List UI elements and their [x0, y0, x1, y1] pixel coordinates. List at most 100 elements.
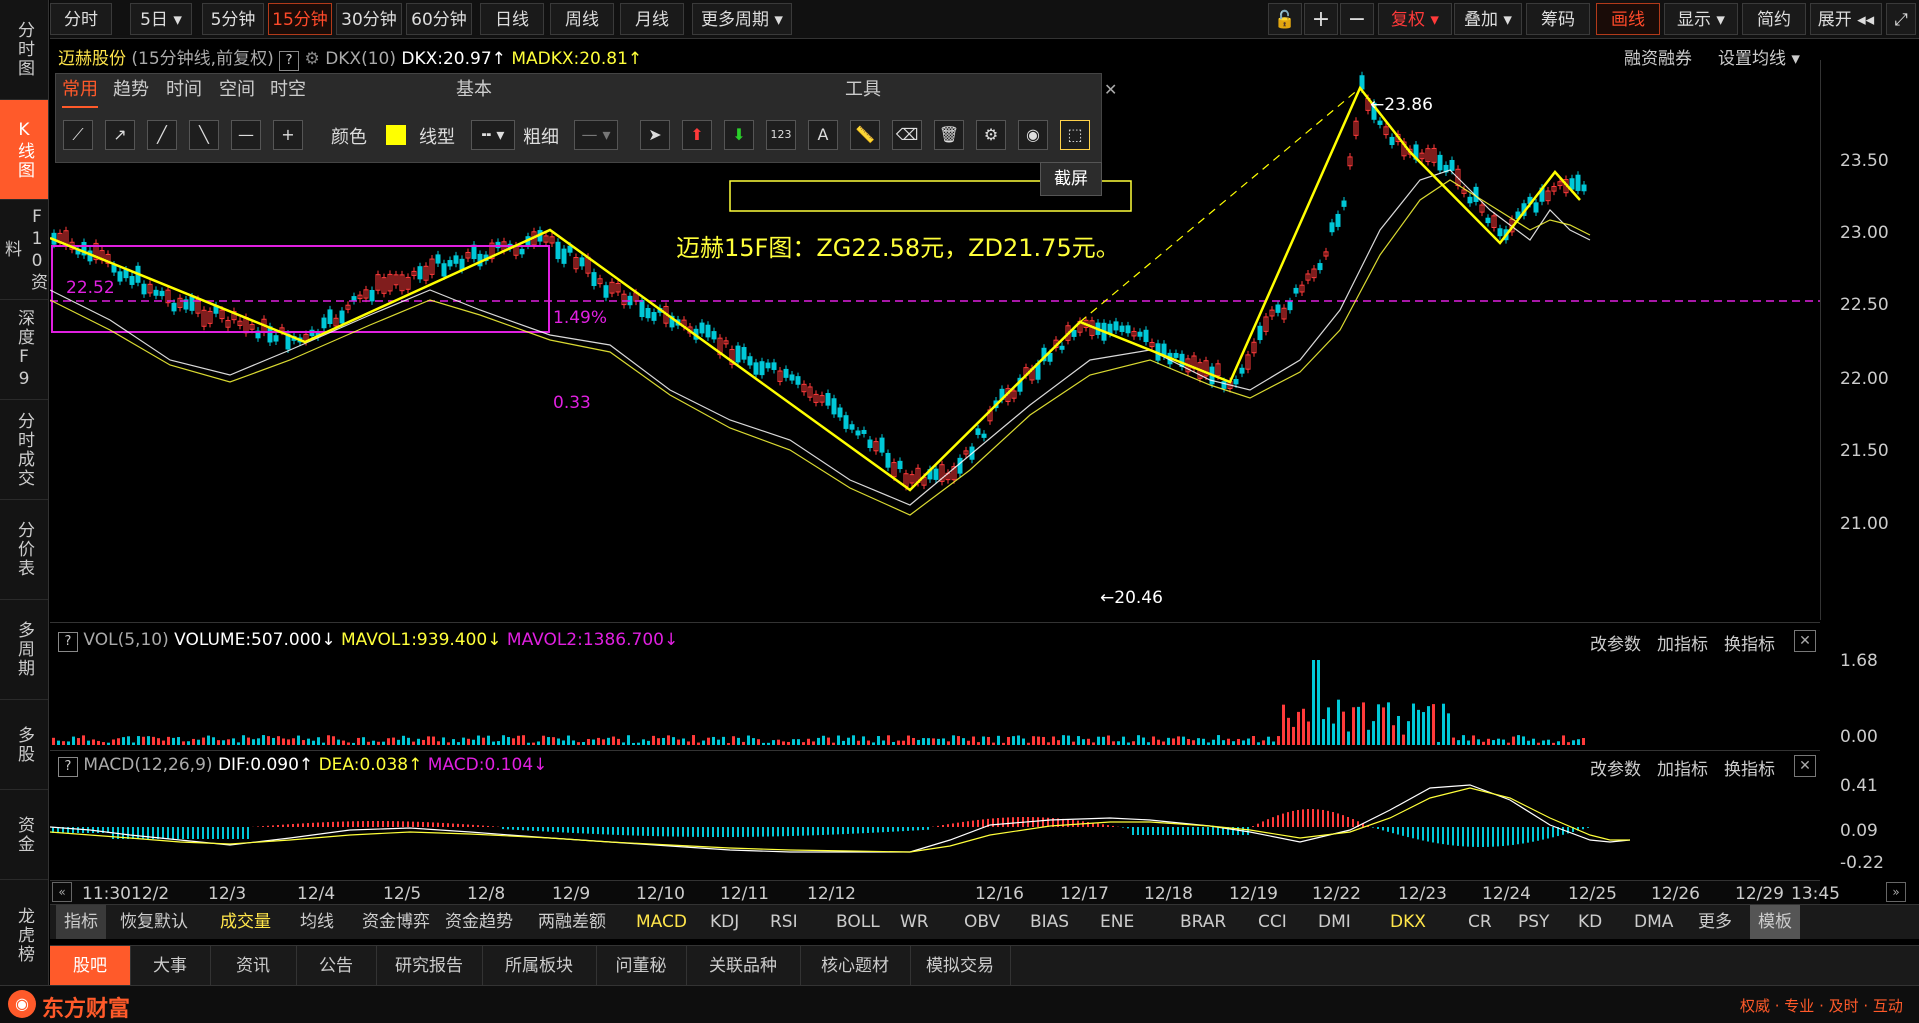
jianyue-button[interactable]: 简约: [1742, 3, 1806, 35]
straight-line-icon[interactable]: ╱: [147, 120, 177, 150]
indicator-tab[interactable]: 模板: [1750, 905, 1800, 939]
diejia-button[interactable]: 叠加 ▾: [1454, 3, 1522, 35]
toolbox-close-icon[interactable]: ✕: [1104, 80, 1117, 99]
linetype-dropdown[interactable]: ╍ ▾: [471, 120, 515, 150]
xianshi-button[interactable]: 显示 ▾: [1664, 3, 1738, 35]
toolbox-tab-spacetime[interactable]: 时空: [270, 74, 306, 106]
fuquan-button[interactable]: 复权 ▾: [1378, 3, 1452, 35]
sidebar-item-fenshi[interactable]: 分时图: [0, 0, 48, 100]
news-tab[interactable]: 所属板块: [482, 946, 597, 986]
number-icon[interactable]: 123: [766, 120, 796, 150]
indicator-tab[interactable]: CCI: [1258, 905, 1287, 939]
tab-fenshi[interactable]: 分时: [50, 3, 112, 35]
indicator-tab[interactable]: DKX: [1390, 905, 1426, 939]
indicator-tab[interactable]: KDJ: [710, 905, 739, 939]
indicator-tab[interactable]: 更多: [1698, 905, 1732, 939]
tab-30min[interactable]: 30分钟: [336, 3, 402, 35]
down-line-icon[interactable]: ╲: [189, 120, 219, 150]
crosshair-icon[interactable]: +: [273, 120, 303, 150]
news-tab[interactable]: 关联品种: [686, 946, 801, 986]
text-icon[interactable]: A: [808, 120, 838, 150]
line-segment-icon[interactable]: ⟋: [63, 120, 93, 150]
vol-change-params-link[interactable]: 改参数: [1590, 630, 1641, 655]
zoom-in-icon[interactable]: +: [1304, 3, 1338, 35]
vol-switch-indicator-link[interactable]: 换指标: [1724, 630, 1775, 655]
indicator-tab[interactable]: OBV: [964, 905, 1000, 939]
indicator-tab[interactable]: BIAS: [1030, 905, 1069, 939]
toolbox-tab-time[interactable]: 时间: [166, 74, 202, 106]
macd-close-icon[interactable]: ✕: [1794, 755, 1816, 777]
toolbox-tab-space[interactable]: 空间: [219, 74, 255, 106]
indicator-tab[interactable]: 两融差额: [538, 905, 606, 939]
indicator-tab[interactable]: BRAR: [1180, 905, 1226, 939]
toolbox-tab-trend[interactable]: 趋势: [113, 74, 149, 106]
news-tab[interactable]: 公告: [296, 946, 377, 986]
cursor-icon[interactable]: ➤: [640, 120, 670, 150]
indicator-tab[interactable]: RSI: [770, 905, 798, 939]
scroll-right-icon[interactable]: »: [1886, 882, 1906, 902]
news-tab[interactable]: 模拟交易: [910, 946, 1011, 986]
sidebar-item-zijin[interactable]: 资金: [0, 790, 48, 880]
down-arrow-icon[interactable]: ⬇: [724, 120, 754, 150]
indicator-tab[interactable]: DMA: [1634, 905, 1673, 939]
sidebar-item-duogu[interactable]: 多股: [0, 700, 48, 790]
tab-daily[interactable]: 日线: [480, 3, 544, 35]
fullscreen-icon[interactable]: ⤢: [1886, 3, 1916, 35]
sidebar-item-f9[interactable]: 深度F9: [0, 300, 48, 400]
up-arrow-icon[interactable]: ⬆: [682, 120, 712, 150]
gear-icon[interactable]: ⚙: [976, 120, 1006, 150]
chouma-button[interactable]: 筹码: [1526, 3, 1590, 35]
scroll-left-icon[interactable]: «: [52, 882, 72, 902]
indicator-tab[interactable]: WR: [900, 905, 929, 939]
macd-change-params-link[interactable]: 改参数: [1590, 755, 1641, 780]
macd-switch-indicator-link[interactable]: 换指标: [1724, 755, 1775, 780]
indicator-tab[interactable]: 资金趋势: [445, 905, 513, 939]
news-tab[interactable]: 大事: [130, 946, 211, 986]
indicator-tab[interactable]: 成交量: [220, 905, 271, 939]
tab-weekly[interactable]: 周线: [550, 3, 614, 35]
indicator-tab[interactable]: BOLL: [836, 905, 880, 939]
tab-more-periods[interactable]: 更多周期 ▾: [692, 3, 792, 35]
note-text[interactable]: 迈赫15F图：ZG22.58元，ZD21.75元。: [676, 228, 1120, 263]
tab-5day[interactable]: 5日 ▾: [130, 3, 192, 35]
tab-60min[interactable]: 60分钟: [406, 3, 472, 35]
ray-icon[interactable]: ↗: [105, 120, 135, 150]
huaxian-button[interactable]: 画线: [1596, 3, 1660, 35]
zhankai-button[interactable]: 展开 ◂◂: [1810, 3, 1882, 35]
tab-5min[interactable]: 5分钟: [202, 3, 264, 35]
width-dropdown[interactable]: — ▾: [574, 120, 618, 150]
indicator-tab[interactable]: DMI: [1318, 905, 1351, 939]
indicator-tab[interactable]: 资金博弈: [362, 905, 430, 939]
sidebar-item-kline[interactable]: K线图: [0, 100, 48, 200]
indicator-tab[interactable]: KD: [1578, 905, 1602, 939]
sidebar-item-f10[interactable]: F10资料: [0, 200, 48, 300]
eye-icon[interactable]: ◉: [1018, 120, 1048, 150]
indicator-tab[interactable]: 均线: [300, 905, 334, 939]
trash-icon[interactable]: 🗑: [934, 120, 964, 150]
news-tab[interactable]: 研究报告: [376, 946, 483, 986]
zoom-out-icon[interactable]: −: [1340, 3, 1374, 35]
macd-add-indicator-link[interactable]: 加指标: [1657, 755, 1708, 780]
vol-help-icon[interactable]: ?: [58, 632, 78, 652]
news-tab[interactable]: 问董秘: [596, 946, 687, 986]
eraser-icon[interactable]: ⌫: [892, 120, 922, 150]
toolbox-tab-common[interactable]: 常用: [62, 74, 98, 108]
horizontal-line-icon[interactable]: —: [231, 120, 261, 150]
indicator-tab[interactable]: 指标: [56, 905, 106, 939]
indicator-tab[interactable]: CR: [1468, 905, 1492, 939]
screenshot-icon[interactable]: ⬚: [1060, 120, 1090, 150]
indicator-tab[interactable]: ENE: [1100, 905, 1134, 939]
news-tab[interactable]: 核心题材: [800, 946, 911, 986]
macd-help-icon[interactable]: ?: [58, 757, 78, 777]
sidebar-item-fenjiabiao[interactable]: 分价表: [0, 500, 48, 600]
news-tab[interactable]: 资讯: [210, 946, 297, 986]
tab-15min[interactable]: 15分钟: [268, 3, 332, 35]
indicator-tab[interactable]: 恢复默认: [120, 905, 188, 939]
vol-add-indicator-link[interactable]: 加指标: [1657, 630, 1708, 655]
lock-icon[interactable]: 🔓: [1268, 3, 1302, 35]
indicator-tab[interactable]: PSY: [1518, 905, 1549, 939]
sidebar-item-duozhouqi[interactable]: 多周期: [0, 600, 48, 700]
color-swatch[interactable]: [386, 125, 406, 145]
sidebar-item-fenshi-chengjiao[interactable]: 分时成交: [0, 400, 48, 500]
ruler-icon[interactable]: 📏: [850, 120, 880, 150]
